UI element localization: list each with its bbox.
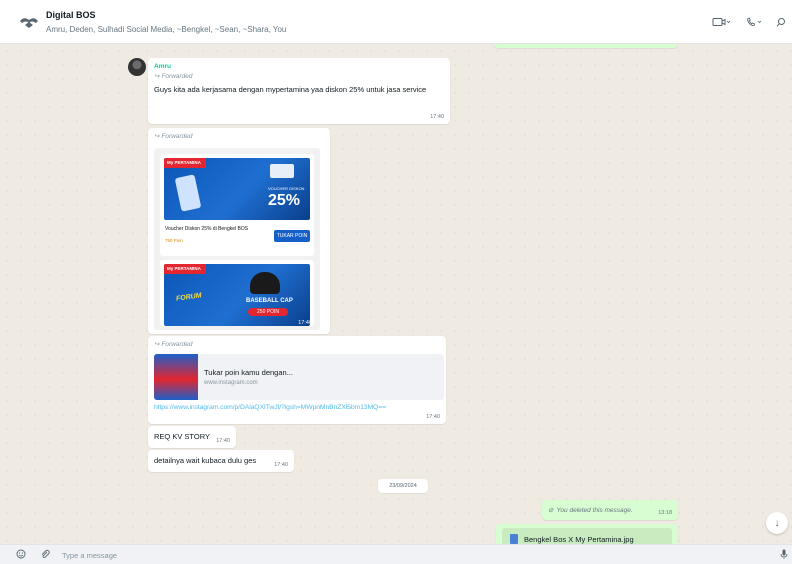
outgoing-document-message[interactable]: Bengkel Bos X My Pertamina.jpg <box>496 524 678 544</box>
message-bubble-text[interactable]: detailnya wait kubaca dulu ges 17:40 <box>148 450 294 472</box>
voucher-points: 750 Poin <box>165 238 183 243</box>
link-domain: www.instagram.com <box>204 380 258 386</box>
forwarded-label: ↪ Forwarded <box>154 340 193 349</box>
date-separator: 23/09/2024 <box>378 479 428 493</box>
chat-header: Digital BOS Amru, Deden, Sulhadi Social … <box>0 0 792 44</box>
scroll-to-bottom-button[interactable]: ↓ <box>766 512 788 534</box>
avatar[interactable] <box>128 58 146 76</box>
arrow-down-icon: ↓ <box>774 517 780 529</box>
message-text: detailnya wait kubaca dulu ges <box>154 456 257 465</box>
message-bubble-text[interactable]: REQ KV STORY 17:40 <box>148 426 236 448</box>
emoji-button[interactable] <box>16 549 26 561</box>
group-avatar-icon[interactable] <box>18 12 40 32</box>
document-attachment[interactable]: Bengkel Bos X My Pertamina.jpg <box>502 528 672 544</box>
message-time: 17:40 <box>298 320 312 326</box>
link-title: Tukar poin kamu dengan... <box>204 368 293 377</box>
cap-points: 250 POIN <box>248 308 288 316</box>
message-bubble-forwarded-image[interactable]: ↪ Forwarded My PERTAMINA VOUCHER DISKON 2… <box>148 128 330 334</box>
microphone-icon <box>780 549 788 559</box>
group-name[interactable]: Digital BOS <box>46 10 96 20</box>
forwarded-label: ↪ Forwarded <box>154 72 193 81</box>
voucher-title: Voucher Diskon 25% di Bengkel BOS <box>165 226 249 232</box>
message-time: 17:40 <box>426 414 440 420</box>
message-bubble-forwarded-text[interactable]: Amru ↪ Forwarded Guys kita ada kerjasama … <box>148 58 450 124</box>
message-text: Guys kita ada kerjasama dengan mypertami… <box>154 85 427 94</box>
voucher-banner: My PERTAMINA VOUCHER DISKON 25% <box>164 158 310 220</box>
group-members[interactable]: Amru, Deden, Sulhadi Social Media, ~Beng… <box>46 25 286 34</box>
cap-card: My PERTAMINA FORUM BASEBALL CAP 250 POIN <box>160 260 314 326</box>
cap-label: BASEBALL CAP <box>246 298 293 304</box>
document-icon <box>510 534 518 544</box>
document-filename: Bengkel Bos X My Pertamina.jpg <box>524 534 634 544</box>
message-input[interactable] <box>62 548 752 562</box>
brand-label: My PERTAMINA <box>167 160 201 165</box>
cap-banner: My PERTAMINA FORUM BASEBALL CAP 250 POIN <box>164 264 310 326</box>
instagram-link[interactable]: https://www.instagram.com/p/DAlaQXITwJt/… <box>154 404 386 411</box>
brand-label: My PERTAMINA <box>167 266 201 271</box>
message-time: 17:40 <box>430 114 444 120</box>
message-composer <box>0 544 792 564</box>
voucher-heading: VOUCHER DISKON <box>268 186 305 191</box>
message-bubble-forwarded-link[interactable]: ↪ Forwarded Tukar poin kamu dengan... www… <box>148 336 446 424</box>
voice-message-button[interactable] <box>780 549 788 561</box>
search-icon <box>776 18 785 27</box>
message-time: 13:18 <box>658 510 672 516</box>
forwarded-label: ↪ Forwarded <box>154 132 193 141</box>
emoji-icon <box>16 549 26 559</box>
phone-illustration-icon <box>174 174 202 212</box>
forward-icon: ↪ <box>154 133 160 140</box>
phone-icon <box>747 17 762 27</box>
deleted-label: ⊘ You deleted this message. <box>548 506 633 515</box>
message-text: REQ KV STORY <box>154 432 210 441</box>
video-icon <box>712 18 730 26</box>
outgoing-deleted-message[interactable]: ⊘ You deleted this message. 13:18 <box>542 500 678 520</box>
deleted-icon: ⊘ <box>548 507 554 514</box>
forum-label: FORUM <box>175 292 203 303</box>
promo-image[interactable]: My PERTAMINA VOUCHER DISKON 25% Voucher … <box>154 148 320 330</box>
paperclip-icon <box>41 549 50 559</box>
message-time: 17:40 <box>274 462 288 468</box>
baseball-cap-icon <box>250 272 280 294</box>
forward-icon: ↪ <box>154 73 160 80</box>
tukar-poin-button: TUKAR POIN <box>274 230 310 242</box>
bengkel-bos-logo-icon <box>270 164 294 178</box>
voucher-percent: 25% <box>268 192 301 209</box>
forward-icon: ↪ <box>154 341 160 348</box>
outgoing-image-message[interactable] <box>494 44 678 48</box>
sender-name[interactable]: Amru <box>154 63 171 70</box>
voice-call-button[interactable] <box>746 13 764 31</box>
message-time: 17:40 <box>216 438 230 444</box>
link-preview[interactable]: Tukar poin kamu dengan... www.instagram.… <box>154 354 444 400</box>
link-thumbnail <box>154 354 198 400</box>
chat-messages-pane[interactable]: Amru ↪ Forwarded Guys kita ada kerjasama … <box>0 44 792 544</box>
search-button[interactable] <box>776 13 786 31</box>
video-call-button[interactable] <box>712 13 730 31</box>
voucher-card: My PERTAMINA VOUCHER DISKON 25% Voucher … <box>160 154 314 256</box>
attach-button[interactable] <box>40 549 50 561</box>
